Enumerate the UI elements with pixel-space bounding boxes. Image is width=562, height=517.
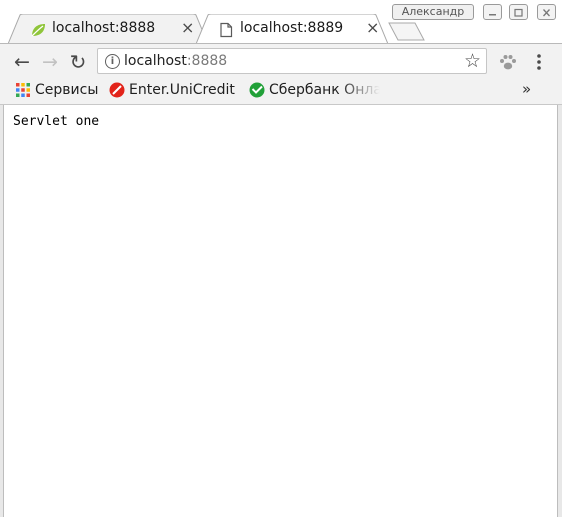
url-text: localhost:8888	[124, 53, 227, 69]
address-bar[interactable]: i localhost:8888 ☆	[97, 48, 487, 74]
tab-active[interactable]: localhost:8888 ×	[8, 14, 208, 44]
bookmarks-overflow-button[interactable]: »	[522, 79, 531, 99]
new-tab-button[interactable]	[387, 20, 427, 42]
page-viewport: Servlet one	[4, 105, 557, 517]
site-info-icon[interactable]: i	[105, 54, 120, 69]
tab-title: localhost:8889	[240, 20, 344, 36]
maximize-icon	[514, 8, 523, 17]
back-button[interactable]: ←	[11, 52, 33, 72]
url-host: localhost	[124, 53, 187, 69]
bookmark-star-icon[interactable]: ☆	[464, 50, 481, 72]
kebab-menu-icon[interactable]	[530, 51, 548, 73]
tab-title: localhost:8888	[52, 20, 156, 36]
tab-close-button[interactable]: ×	[366, 18, 379, 38]
bookmark-label: Сервисы	[35, 82, 99, 98]
unicredit-logo-icon	[109, 82, 125, 98]
tab-inactive[interactable]: localhost:8889 ×	[196, 14, 388, 44]
bookmark-label: Enter.UniCredit	[129, 82, 235, 98]
bookmark-unicredit[interactable]: Enter.UniCredit	[109, 80, 245, 100]
minimize-icon	[489, 14, 496, 16]
window-frame-right	[557, 105, 562, 517]
leaf-icon	[31, 24, 45, 37]
close-window-button[interactable]	[537, 4, 556, 20]
page-body-text: Servlet one	[13, 114, 100, 129]
profile-button[interactable]: Александр	[392, 4, 474, 20]
bookmark-fade	[340, 80, 390, 100]
minimize-button[interactable]	[483, 4, 502, 20]
bookmark-apps[interactable]: Сервисы	[15, 80, 105, 100]
url-port: :8888	[186, 53, 228, 69]
forward-button[interactable]: →	[39, 52, 61, 72]
page-icon	[220, 22, 233, 38]
tab-close-button[interactable]: ×	[181, 18, 194, 38]
maximize-button[interactable]	[509, 4, 528, 20]
close-icon	[543, 9, 550, 17]
browser-window: localhost:8888 × localhost:8889 × Алекса…	[0, 0, 562, 517]
sberbank-logo-icon	[249, 82, 265, 98]
apps-grid-icon	[16, 83, 30, 97]
reload-button[interactable]: ↻	[67, 52, 89, 72]
paw-icon[interactable]	[497, 51, 519, 73]
